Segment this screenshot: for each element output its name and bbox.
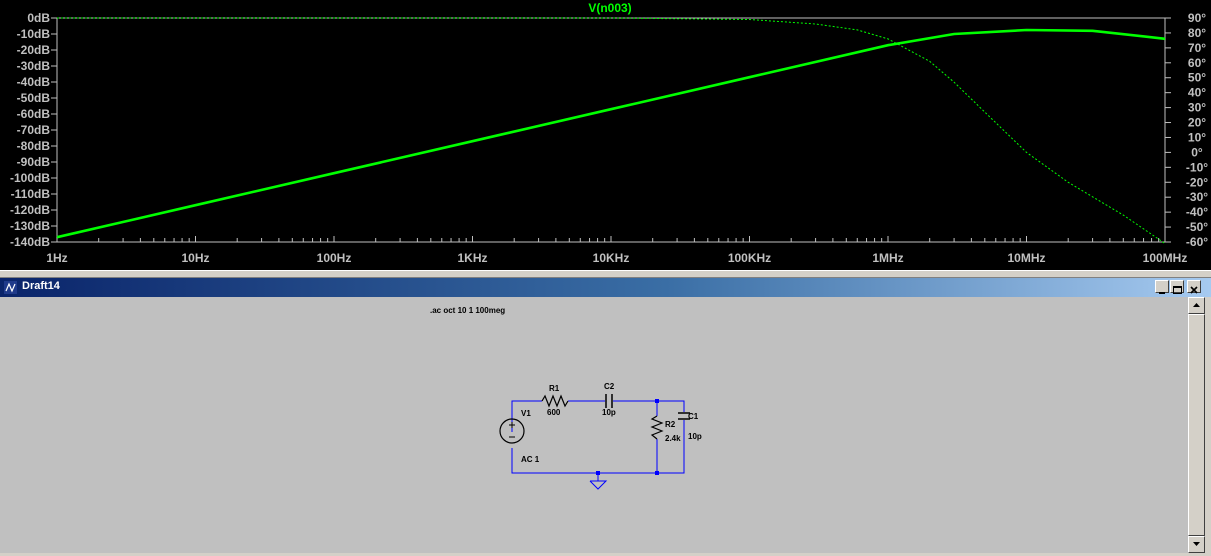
minimize-icon (1159, 292, 1165, 294)
y-right-tick-label: -20° (1186, 175, 1208, 189)
x-tick-label: 1MHz (872, 251, 903, 265)
y-left-tick-label: -30dB (17, 59, 51, 73)
title-bar[interactable]: Draft14 (0, 278, 1211, 297)
y-left-tick-label: -50dB (17, 91, 51, 105)
x-tick-label: 1Hz (46, 251, 67, 265)
bode-plot: V(n003) 1Hz 10Hz 100Hz 1KHz 10KHz 100KHz 1MHz 1… (10, 1, 1208, 265)
tick-layer: 1Hz 10Hz 100Hz 1KHz 10KHz 100KHz 1MHz 10MHz 100M… (10, 11, 1208, 265)
y-right-tick-label: 70° (1188, 41, 1206, 55)
spice-directive[interactable]: .ac oct 10 1 100meg (430, 306, 505, 315)
y-right-tick-label: 40° (1188, 86, 1206, 100)
scroll-down-button[interactable] (1188, 536, 1205, 553)
x-tick-label: 100KHz (728, 251, 771, 265)
r1-value: 600 (547, 408, 561, 417)
schematic-canvas[interactable]: .ac oct 10 1 100meg R1 600 C2 10p R2 2.4… (2, 299, 1188, 553)
y-left-tick-label: -120dB (10, 203, 50, 217)
curves-layer (56, 17, 1166, 244)
close-button[interactable] (1187, 280, 1201, 294)
y-left-tick-label: -130dB (10, 219, 50, 233)
y-left-tick-label: 0dB (27, 11, 50, 25)
y-right-tick-label: 80° (1188, 26, 1206, 40)
scroll-up-button[interactable] (1188, 297, 1205, 314)
trace-label[interactable]: V(n003) (588, 1, 631, 15)
y-right-tick-label: -10° (1186, 160, 1208, 174)
y-left-tick-label: -70dB (17, 123, 51, 137)
y-left-tick-label: -20dB (17, 43, 51, 57)
y-right-tick-label: 30° (1188, 101, 1206, 115)
capacitor-c2-symbol[interactable] (605, 394, 613, 408)
window-border (1205, 297, 1211, 553)
y-right-tick-label: -30° (1186, 190, 1208, 204)
y-right-tick-label: 0° (1191, 145, 1203, 159)
v1-name: V1 (521, 409, 531, 418)
close-icon (1190, 286, 1198, 294)
v1-value: AC 1 (521, 455, 540, 464)
y-left-tick-label: -10dB (17, 27, 51, 41)
magnitude-trace[interactable] (56, 28, 1166, 239)
x-tick-label: 1KHz (457, 251, 487, 265)
y-left-tick-label: -40dB (17, 75, 51, 89)
y-left-tick-label: -60dB (17, 107, 51, 121)
c2-name: C2 (604, 382, 615, 391)
schematic-icon (4, 281, 17, 294)
schematic-drawing: .ac oct 10 1 100meg R1 600 C2 10p R2 2.4… (430, 306, 702, 490)
y-right-tick-label: 50° (1188, 71, 1206, 85)
r1-name: R1 (549, 384, 560, 393)
pane-splitter[interactable] (0, 270, 1211, 278)
c1-value: 10p (688, 432, 702, 441)
y-left-tick-label: -100dB (10, 171, 50, 185)
schematic-window: Draft14 .ac oct 10 1 100meg R1 600 C2 10… (0, 278, 1211, 553)
vertical-scrollbar[interactable] (1188, 297, 1205, 553)
minimize-button[interactable] (1155, 280, 1169, 294)
y-right-tick-label: -60° (1186, 235, 1208, 249)
y-right-tick-label: 90° (1188, 11, 1206, 25)
maximize-button[interactable] (1170, 280, 1184, 294)
maximize-icon (1173, 286, 1182, 294)
y-right-tick-label: 60° (1188, 56, 1206, 70)
arrow-down-icon (1193, 542, 1200, 546)
x-tick-label: 10KHz (593, 251, 630, 265)
y-right-tick-label: 20° (1188, 116, 1206, 130)
window-title: Draft14 (22, 280, 60, 292)
x-tick-label: 10Hz (181, 251, 209, 265)
y-left-tick-label: -90dB (17, 155, 51, 169)
ground-icon[interactable] (589, 473, 608, 490)
r2-name: R2 (665, 420, 676, 429)
c1-name: C1 (688, 412, 699, 421)
arrow-up-icon (1193, 303, 1200, 307)
r2-value: 2.4k (665, 434, 681, 443)
y-left-tick-label: -110dB (11, 187, 51, 201)
x-tick-label: 100Hz (317, 251, 352, 265)
y-left-tick-label: -140dB (10, 235, 50, 249)
y-left-tick-label: -80dB (17, 139, 51, 153)
x-tick-label: 10MHz (1007, 251, 1045, 265)
c2-value: 10p (602, 408, 616, 417)
waveform-plot-pane[interactable]: V(n003) 1Hz 10Hz 100Hz 1KHz 10KHz 100KHz 1MHz 1… (0, 0, 1211, 270)
resistor-r1-symbol[interactable] (541, 394, 569, 408)
phase-trace[interactable] (57, 17, 1166, 244)
y-right-tick-label: 10° (1188, 130, 1206, 144)
y-right-tick-label: -40° (1186, 205, 1208, 219)
x-tick-label: 100MHz (1143, 251, 1188, 265)
y-right-tick-label: -50° (1186, 220, 1208, 234)
scroll-thumb[interactable] (1188, 314, 1205, 536)
resistor-r2-symbol[interactable] (650, 415, 664, 440)
plot-frame (56, 17, 1166, 243)
